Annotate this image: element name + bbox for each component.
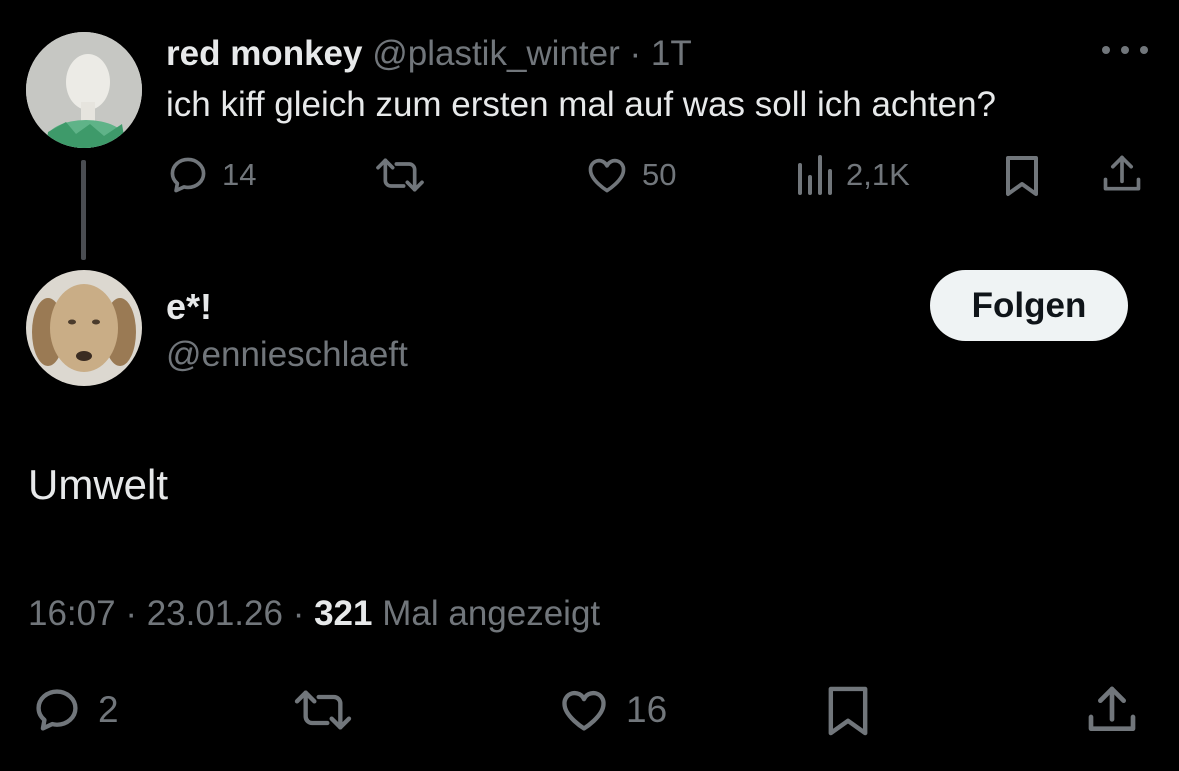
display-name[interactable]: red monkey — [166, 34, 362, 73]
retweet-button[interactable] — [288, 684, 370, 736]
heart-icon — [562, 690, 606, 731]
dog-avatar-icon — [26, 270, 142, 386]
bookmark-button[interactable] — [1002, 154, 1042, 198]
like-button[interactable]: 50 — [584, 153, 676, 197]
tweet-text: ich kiff gleich zum ersten mal auf was s… — [166, 85, 997, 124]
separator: · — [292, 594, 305, 633]
avatar[interactable] — [26, 270, 142, 386]
like-count: 50 — [642, 157, 677, 192]
tweet-text: Umwelt — [28, 461, 169, 508]
bookmark-icon — [1006, 156, 1038, 196]
heart-icon — [588, 158, 626, 193]
like-button[interactable]: 16 — [554, 684, 667, 736]
display-name[interactable]: e*! — [166, 285, 212, 329]
reply-icon — [36, 689, 78, 731]
handle[interactable]: @ennieschlaeft — [166, 333, 408, 377]
reply-button[interactable]: 14 — [166, 153, 256, 197]
share-icon — [1103, 155, 1141, 191]
share-icon — [1088, 686, 1136, 731]
views-button[interactable]: 2,1K — [794, 153, 910, 197]
reply-button[interactable]: 2 — [28, 684, 119, 736]
reply-count: 2 — [98, 689, 119, 730]
reply-count: 14 — [222, 157, 257, 192]
views-count: 2,1K — [846, 157, 910, 192]
tweet-date[interactable]: 23.01.26 — [147, 594, 283, 633]
retweet-icon — [376, 158, 424, 192]
retweet-icon — [294, 690, 352, 730]
tweet-age[interactable]: 1T — [651, 34, 692, 73]
parent-header: red monkey @plastik_winter · 1T — [166, 32, 692, 76]
mannequin-avatar-icon — [26, 32, 142, 148]
analytics-icon — [798, 155, 832, 195]
share-button[interactable] — [1084, 682, 1140, 738]
thread-line — [81, 160, 86, 260]
views-count: 321 — [314, 594, 373, 633]
bookmark-button[interactable] — [822, 684, 874, 738]
retweet-button[interactable] — [372, 153, 440, 197]
handle[interactable]: @plastik_winter — [372, 34, 620, 73]
separator: · — [629, 34, 642, 73]
separator: · — [125, 594, 137, 633]
tweet-time[interactable]: 16:07 — [28, 594, 116, 633]
avatar[interactable] — [26, 32, 142, 148]
share-button[interactable] — [1100, 152, 1144, 196]
tweet-meta: 16:07 · 23.01.26 · 321 Mal angezeigt — [28, 592, 600, 636]
bookmark-icon — [828, 686, 868, 736]
views-label: Mal angezeigt — [382, 594, 601, 633]
more-options-icon[interactable] — [1102, 40, 1148, 60]
reply-icon — [170, 157, 206, 193]
like-count: 16 — [626, 689, 668, 730]
follow-button[interactable]: Folgen — [930, 270, 1128, 341]
